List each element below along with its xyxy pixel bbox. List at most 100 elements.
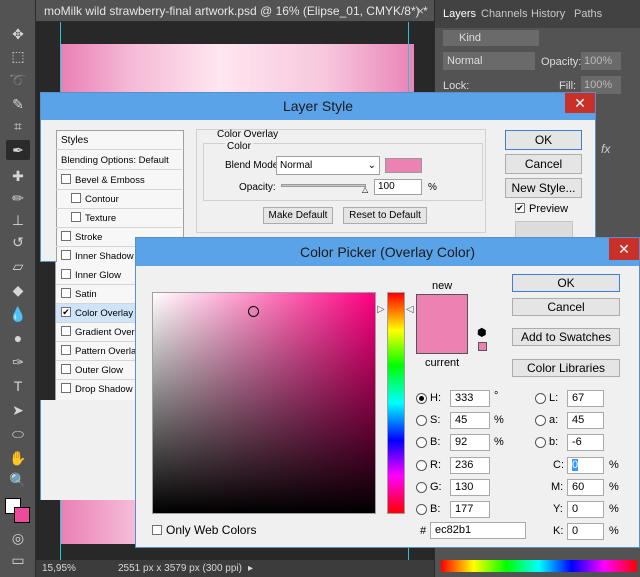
zoom-level[interactable]: 15,95%: [42, 560, 76, 577]
green-input[interactable]: 130: [450, 479, 490, 496]
radio-brightness[interactable]: [416, 437, 427, 448]
color-picker-title[interactable]: Color Picker (Overlay Color): [136, 238, 639, 266]
marquee-tool-icon[interactable]: ⬚: [6, 46, 30, 66]
style-pattern-overlay[interactable]: Pattern Overlay: [56, 342, 136, 361]
path-selection-tool-icon[interactable]: ➤: [6, 400, 30, 420]
checkbox[interactable]: [61, 345, 71, 356]
style-satin[interactable]: Satin: [56, 285, 136, 304]
checkbox[interactable]: [152, 524, 162, 535]
close-icon[interactable]: ✕: [609, 238, 639, 260]
checkbox[interactable]: [61, 269, 71, 280]
style-inner-glow[interactable]: Inner Glow: [56, 266, 136, 285]
color-ramp[interactable]: [441, 560, 637, 572]
cancel-button[interactable]: Cancel: [505, 154, 582, 174]
black-input[interactable]: 0: [567, 523, 604, 540]
only-web-colors-checkbox[interactable]: Only Web Colors: [152, 523, 256, 537]
status-menu-arrow-icon[interactable]: ▸: [248, 560, 253, 577]
clone-stamp-tool-icon[interactable]: ⊥: [6, 210, 30, 230]
hue-slider-left-arrow-icon[interactable]: ▷: [377, 304, 385, 315]
saturation-input[interactable]: 45: [450, 412, 490, 429]
blue-input[interactable]: 177: [450, 501, 490, 518]
tab-layers[interactable]: Layers: [443, 8, 476, 20]
radio-blue[interactable]: [416, 504, 427, 515]
style-color-overlay[interactable]: ✔ Color Overlay: [56, 304, 136, 323]
style-outer-glow[interactable]: Outer Glow: [56, 361, 136, 380]
brush-tool-icon[interactable]: ✏: [6, 188, 30, 208]
tab-channels[interactable]: Channels: [481, 8, 527, 20]
lab-b-input[interactable]: -6: [567, 434, 604, 451]
blend-mode-select[interactable]: Normal ⌄: [276, 156, 380, 175]
new-style-button[interactable]: New Style...: [505, 178, 582, 198]
paint-bucket-tool-icon[interactable]: ◆: [6, 280, 30, 300]
hue-slider[interactable]: [387, 292, 405, 514]
magenta-input[interactable]: 60: [567, 479, 604, 496]
ok-button[interactable]: OK: [505, 130, 582, 150]
checkbox[interactable]: [61, 383, 71, 394]
checkbox[interactable]: [61, 250, 71, 261]
close-icon[interactable]: ✕: [565, 93, 595, 113]
radio-hue[interactable]: [416, 393, 427, 404]
style-texture[interactable]: Texture: [56, 209, 182, 228]
quick-mask-icon[interactable]: ◎: [6, 528, 30, 548]
color-field-marker[interactable]: [248, 306, 259, 317]
radio-lab-a[interactable]: [535, 415, 546, 426]
hand-tool-icon[interactable]: ✋: [6, 448, 30, 468]
radio-red[interactable]: [416, 460, 427, 471]
close-tab-icon[interactable]: ×: [417, 0, 424, 22]
screen-mode-icon[interactable]: ▭: [6, 550, 30, 570]
ellipse-tool-icon[interactable]: ⬭: [6, 424, 30, 444]
type-tool-icon[interactable]: T: [6, 376, 30, 396]
background-color-swatch[interactable]: [14, 507, 30, 523]
checkbox[interactable]: [71, 212, 81, 223]
lasso-tool-icon[interactable]: ➰: [6, 70, 30, 90]
zoom-tool-icon[interactable]: 🔍: [6, 470, 30, 490]
cube-warning-icon[interactable]: ⬢: [477, 326, 487, 339]
quick-select-tool-icon[interactable]: ✎: [6, 94, 30, 114]
opacity-input[interactable]: 100: [374, 179, 422, 195]
hue-slider-right-arrow-icon[interactable]: ◁: [406, 304, 414, 315]
lab-a-input[interactable]: 45: [567, 412, 604, 429]
layer-filter-kind[interactable]: Kind: [443, 30, 539, 46]
style-bevel-emboss[interactable]: Bevel & Emboss: [56, 171, 182, 190]
checkbox[interactable]: ✔: [61, 307, 71, 318]
style-gradient-overlay[interactable]: Gradient Overlay: [56, 323, 136, 342]
cancel-button[interactable]: Cancel: [512, 298, 620, 316]
red-input[interactable]: 236: [450, 457, 490, 474]
yellow-input[interactable]: 0: [567, 501, 604, 518]
color-field[interactable]: [152, 292, 376, 514]
brightness-input[interactable]: 92: [450, 434, 490, 451]
checkbox[interactable]: [61, 231, 71, 242]
dodge-tool-icon[interactable]: ●: [6, 328, 30, 348]
move-tool-icon[interactable]: ✥: [6, 24, 30, 44]
cyan-input[interactable]: 0: [567, 457, 604, 474]
hue-input[interactable]: 333: [450, 390, 490, 407]
current-color-swatch[interactable]: [416, 324, 468, 354]
radio-green[interactable]: [416, 482, 427, 493]
layer-style-title[interactable]: Layer Style: [41, 93, 595, 120]
opacity-slider[interactable]: [281, 184, 366, 187]
pen-tool-icon[interactable]: ✑: [6, 352, 30, 372]
layer-opacity-field[interactable]: 100%: [581, 52, 621, 70]
radio-saturation[interactable]: [416, 415, 427, 426]
checkbox[interactable]: ✔: [515, 203, 525, 214]
blending-options[interactable]: Blending Options: Default: [56, 151, 182, 170]
styles-header[interactable]: Styles: [56, 131, 182, 150]
ok-button[interactable]: OK: [512, 274, 620, 292]
healing-brush-tool-icon[interactable]: ✚: [6, 166, 30, 186]
lab-l-input[interactable]: 67: [567, 390, 604, 407]
fx-icon[interactable]: fx: [601, 142, 610, 156]
slider-handle-icon[interactable]: △: [362, 185, 368, 194]
gamut-swatch[interactable]: [478, 342, 487, 351]
radio-lab-l[interactable]: [535, 393, 546, 404]
layer-blend-mode[interactable]: Normal: [443, 52, 535, 70]
checkbox[interactable]: [61, 288, 71, 299]
radio-lab-b[interactable]: [535, 437, 546, 448]
eraser-tool-icon[interactable]: ▱: [6, 256, 30, 276]
reset-default-button[interactable]: Reset to Default: [343, 207, 427, 224]
crop-tool-icon[interactable]: ⌗: [6, 116, 30, 136]
color-libraries-button[interactable]: Color Libraries: [512, 359, 620, 377]
checkbox[interactable]: [71, 193, 81, 204]
overlay-color-swatch[interactable]: [385, 158, 422, 173]
style-contour[interactable]: Contour: [56, 190, 182, 209]
checkbox[interactable]: [61, 174, 71, 185]
